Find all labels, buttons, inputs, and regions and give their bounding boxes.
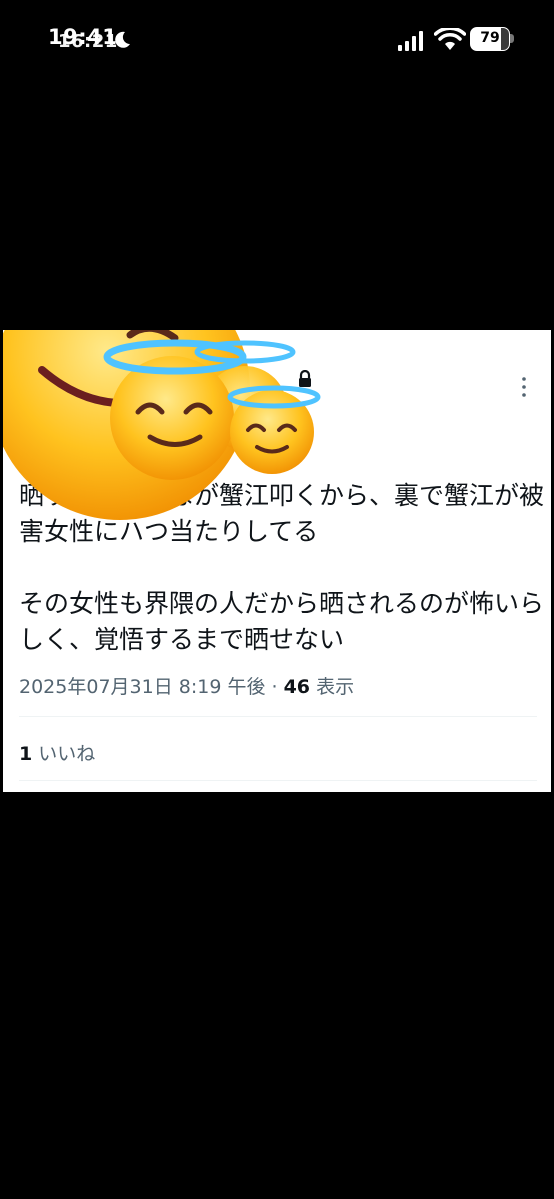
battery-level: 79 — [480, 30, 500, 46]
battery-icon: 79 — [470, 27, 516, 51]
status-bar: 19:41 16:21 79 — [0, 0, 554, 80]
view-label: 表示 — [310, 676, 355, 698]
tweet-body: 晒す前にみんなが蟹江叩くから、裏で蟹江が被害女性にハつ当たりしてる その女性も界… — [19, 481, 545, 654]
tweet-meta: 2025年07月31日 8:19 午後 · 46 表示 — [19, 672, 354, 699]
like-count: 1 — [19, 743, 33, 765]
signal-icon — [398, 31, 423, 51]
tweet-timestamp[interactable]: 2025年07月31日 8:19 午後 — [19, 676, 265, 698]
reply-label[interactable]: 返 — [19, 442, 36, 467]
status-time-overlap: 16:21 — [58, 31, 118, 52]
divider-top — [19, 716, 537, 717]
view-count[interactable]: 46 — [284, 676, 310, 698]
moon-icon — [115, 31, 130, 48]
likes-row[interactable]: 1 いいね — [19, 739, 95, 766]
meta-separator: · — [265, 676, 284, 698]
more-icon[interactable] — [520, 376, 528, 398]
tweet-card[interactable]: 返 晒す前にみんなが蟹江叩くから、裏で蟹江が被害女性にハつ当たりしてる その女性… — [3, 330, 551, 792]
divider-bottom — [19, 780, 537, 781]
lock-icon — [299, 370, 311, 387]
like-label: いいね — [32, 743, 96, 765]
wifi-icon — [434, 28, 466, 50]
